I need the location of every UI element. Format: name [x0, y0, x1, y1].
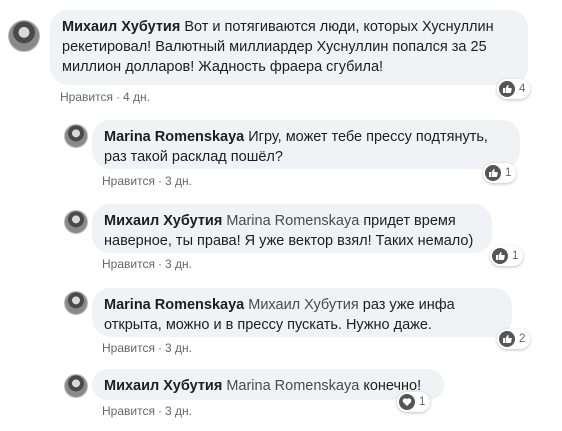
reaction-badge[interactable]: 4	[497, 79, 531, 99]
thumbs-up-icon	[485, 165, 501, 181]
comment-author[interactable]: Marina Romenskaya	[104, 297, 244, 313]
thumbs-up-icon	[499, 331, 515, 347]
reaction-count: 4	[519, 83, 526, 95]
separator-dot: ·	[157, 341, 162, 355]
heart-icon	[399, 394, 415, 410]
comment-meta: Нравится · 3 дн.	[102, 341, 192, 355]
mention-link[interactable]: Михаил Хубутия	[248, 297, 359, 313]
reaction-badge[interactable]: 2	[497, 329, 531, 349]
reaction-badge[interactable]: 1	[397, 392, 431, 412]
reaction-count: 1	[419, 396, 426, 408]
reaction-count: 2	[519, 333, 526, 345]
comment-bubble: Михаил Хубутия Вот и потягиваются люди, к…	[50, 10, 528, 85]
reaction-count: 1	[512, 250, 519, 262]
comment-bubble: Михаил Хубутия Marina Romenskaya придет в…	[92, 204, 492, 253]
comment-meta: Нравится · 3 дн.	[102, 174, 192, 188]
comment-bubble: Marina Romenskaya Игру, может тебе прессу…	[92, 120, 520, 169]
comment-author[interactable]: Marina Romenskaya	[104, 129, 244, 145]
separator-dot: ·	[115, 90, 120, 104]
like-link[interactable]: Нравится	[102, 404, 155, 418]
separator-dot: ·	[157, 257, 162, 271]
separator-dot: ·	[157, 404, 162, 418]
comment-meta: Нравится · 4 дн.	[60, 90, 150, 104]
comment-timestamp[interactable]: 3 дн.	[165, 341, 192, 355]
mention-link[interactable]: Marina Romenskaya	[226, 213, 359, 229]
comment-author[interactable]: Михаил Хубутия	[104, 378, 222, 394]
separator-dot: ·	[157, 174, 162, 188]
comment-timestamp[interactable]: 3 дн.	[165, 257, 192, 271]
avatar[interactable]	[64, 374, 88, 398]
like-link[interactable]: Нравится	[102, 341, 155, 355]
comment-meta: Нравится · 3 дн.	[102, 404, 192, 418]
reaction-count: 1	[505, 167, 512, 179]
like-link[interactable]: Нравится	[102, 257, 155, 271]
reaction-badge[interactable]: 1	[490, 246, 524, 266]
comment-meta: Нравится · 3 дн.	[102, 257, 192, 271]
avatar[interactable]	[64, 124, 88, 148]
comment-bubble: Михаил Хубутия Marina Romenskaya конечно!	[92, 369, 444, 400]
mention-link[interactable]: Marina Romenskaya	[226, 378, 359, 394]
like-link[interactable]: Нравится	[102, 174, 155, 188]
comment-timestamp[interactable]: 4 дн.	[123, 90, 150, 104]
avatar[interactable]	[8, 20, 40, 52]
comment-timestamp[interactable]: 3 дн.	[165, 404, 192, 418]
reaction-badge[interactable]: 1	[483, 163, 517, 183]
avatar[interactable]	[64, 291, 88, 315]
comment-bubble: Marina Romenskaya Михаил Хубутия раз уже …	[92, 288, 512, 337]
like-link[interactable]: Нравится	[60, 90, 113, 104]
comment-author[interactable]: Михаил Хубутия	[104, 213, 222, 229]
thumbs-up-icon	[492, 248, 508, 264]
thumbs-up-icon	[499, 81, 515, 97]
comment-timestamp[interactable]: 3 дн.	[165, 174, 192, 188]
comment-author[interactable]: Михаил Хубутия	[62, 19, 180, 35]
avatar[interactable]	[64, 210, 88, 234]
